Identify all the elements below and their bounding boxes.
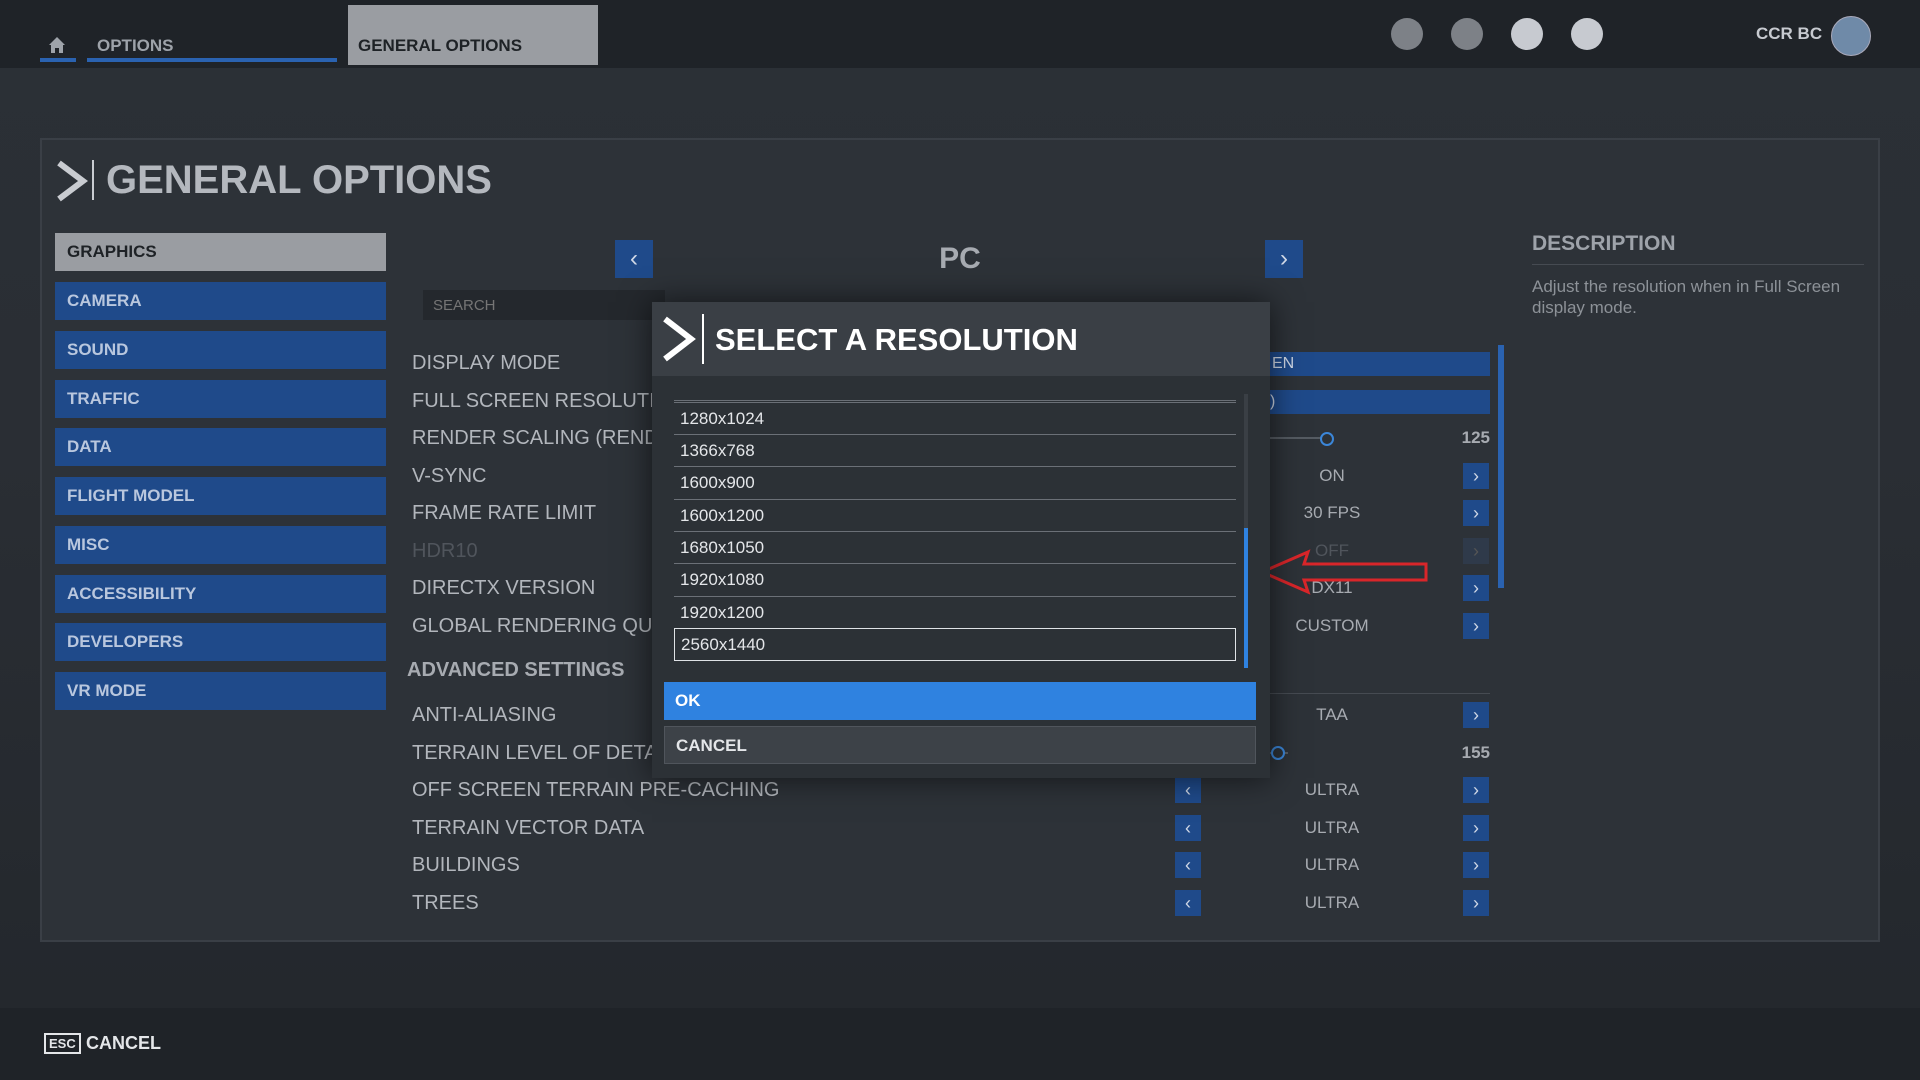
chevron-right-icon bbox=[57, 160, 88, 202]
sidebar-item-graphics[interactable]: GRAPHICS bbox=[55, 233, 386, 271]
terrain-lod-slider-handle[interactable] bbox=[1271, 746, 1285, 760]
prev-platform-button[interactable]: ‹ bbox=[615, 240, 653, 278]
trees-prev-button[interactable]: ‹ bbox=[1175, 890, 1201, 916]
render-scaling-slider[interactable] bbox=[1268, 437, 1328, 439]
display-mode-value[interactable]: EN bbox=[1268, 352, 1490, 376]
list-top-divider bbox=[674, 400, 1236, 401]
resolution-option[interactable]: 1920x1200 bbox=[674, 596, 1236, 627]
setting-directx-version[interactable]: DIRECTX VERSION bbox=[412, 577, 652, 600]
vector-data-value: ULTRA bbox=[1304, 818, 1360, 837]
sidebar-item-flight-model[interactable]: FLIGHT MODEL bbox=[55, 477, 386, 515]
dialog-title: SELECT A RESOLUTION bbox=[715, 322, 1078, 357]
search-input[interactable] bbox=[423, 290, 665, 320]
setting-frame-rate-limit[interactable]: FRAME RATE LIMIT bbox=[412, 502, 652, 525]
chevron-right-icon bbox=[663, 316, 696, 362]
sidebar-item-vr-mode[interactable]: VR MODE bbox=[55, 672, 386, 710]
description-heading: DESCRIPTION bbox=[1532, 232, 1676, 255]
home-icon[interactable] bbox=[48, 36, 66, 54]
resolution-option[interactable]: 1680x1050 bbox=[674, 531, 1236, 562]
sidebar-item-data[interactable]: DATA bbox=[55, 428, 386, 466]
directx-next-button[interactable]: › bbox=[1463, 575, 1489, 601]
dialog-scrollbar-thumb[interactable] bbox=[1244, 528, 1248, 668]
terrain-lod-value: 155 bbox=[1461, 743, 1490, 762]
friends-icon[interactable] bbox=[1451, 18, 1483, 50]
platform-label: PC bbox=[939, 242, 981, 275]
page-title: GENERAL OPTIONS bbox=[106, 158, 492, 202]
notification-icon[interactable] bbox=[1571, 18, 1603, 50]
sidebar-item-sound[interactable]: SOUND bbox=[55, 331, 386, 369]
setting-v-sync[interactable]: V-SYNC bbox=[412, 465, 652, 488]
description-divider bbox=[1532, 264, 1864, 265]
resolution-value[interactable]: ) bbox=[1268, 390, 1490, 414]
red-arrow-icon bbox=[1258, 549, 1428, 595]
title-divider bbox=[92, 160, 94, 200]
next-platform-button[interactable]: › bbox=[1265, 240, 1303, 278]
precaching-prev-button[interactable]: ‹ bbox=[1175, 777, 1201, 803]
footer-bar bbox=[0, 1008, 1920, 1080]
resolution-option[interactable]: 1600x1200 bbox=[674, 499, 1236, 530]
hdr10-next-button: › bbox=[1463, 538, 1489, 564]
settings-scrollbar[interactable] bbox=[1498, 345, 1504, 588]
sidebar-item-accessibility[interactable]: ACCESSIBILITY bbox=[55, 575, 386, 613]
setting-terrain-vector-data[interactable]: TERRAIN VECTOR DATA bbox=[412, 817, 792, 840]
setting-buildings[interactable]: BUILDINGS bbox=[412, 854, 792, 877]
resolution-option[interactable]: 1280x1024 bbox=[674, 402, 1236, 433]
buildings-next-button[interactable]: › bbox=[1463, 852, 1489, 878]
setting-anti-aliasing[interactable]: ANTI-ALIASING bbox=[412, 704, 652, 727]
sidebar-item-traffic[interactable]: TRAFFIC bbox=[55, 380, 386, 418]
user-name[interactable]: CCR BC bbox=[1756, 24, 1822, 44]
setting-trees[interactable]: TREES bbox=[412, 892, 792, 915]
render-scaling-slider-handle[interactable] bbox=[1320, 432, 1334, 446]
resolution-option-selected[interactable]: 2560x1440 bbox=[674, 628, 1236, 661]
vector-data-next-button[interactable]: › bbox=[1463, 815, 1489, 841]
tab-options[interactable]: OPTIONS bbox=[97, 36, 174, 56]
profile-icon[interactable] bbox=[1511, 18, 1543, 50]
speedometer-icon[interactable] bbox=[1391, 18, 1423, 50]
description-text: Adjust the resolution when in Full Scree… bbox=[1532, 277, 1841, 317]
precaching-next-button[interactable]: › bbox=[1463, 777, 1489, 803]
dialog-header: SELECT A RESOLUTION bbox=[652, 302, 1270, 376]
sidebar-item-camera[interactable]: CAMERA bbox=[55, 282, 386, 320]
setting-hdr10: HDR10 bbox=[412, 540, 478, 562]
esc-key-icon[interactable]: ESC bbox=[44, 1033, 81, 1054]
buildings-value: ULTRA bbox=[1304, 855, 1360, 874]
dialog-scrollbar-track[interactable] bbox=[1244, 394, 1248, 534]
setting-full-screen-resolution[interactable]: FULL SCREEN RESOLUTI bbox=[412, 390, 652, 413]
options-tab-underline bbox=[87, 58, 337, 62]
vector-data-prev-button[interactable]: ‹ bbox=[1175, 815, 1201, 841]
setting-global-rendering-quality[interactable]: GLOBAL RENDERING QU bbox=[412, 615, 652, 638]
advanced-divider bbox=[1268, 693, 1490, 694]
setting-off-screen-precaching[interactable]: OFF SCREEN TERRAIN PRE-CACHING bbox=[412, 779, 792, 802]
footer-cancel-button[interactable]: CANCEL bbox=[86, 1033, 161, 1054]
home-tab-underline bbox=[40, 58, 76, 62]
tab-general-options-label: GENERAL OPTIONS bbox=[358, 36, 523, 55]
select-resolution-dialog: SELECT A RESOLUTION 1280x1024 1366x768 1… bbox=[652, 302, 1270, 778]
trees-next-button[interactable]: › bbox=[1463, 890, 1489, 916]
dialog-title-divider bbox=[702, 314, 704, 364]
advanced-settings-heading: ADVANCED SETTINGS bbox=[407, 659, 625, 681]
avatar[interactable] bbox=[1831, 16, 1871, 56]
ok-button[interactable]: OK bbox=[664, 682, 1256, 720]
sidebar-item-misc[interactable]: MISC bbox=[55, 526, 386, 564]
v-sync-next-button[interactable]: › bbox=[1463, 463, 1489, 489]
resolution-option[interactable]: 1920x1080 bbox=[674, 563, 1236, 594]
setting-render-scaling[interactable]: RENDER SCALING (REND bbox=[412, 427, 652, 450]
frame-rate-next-button[interactable]: › bbox=[1463, 500, 1489, 526]
trees-value: ULTRA bbox=[1304, 893, 1360, 912]
setting-display-mode[interactable]: DISPLAY MODE bbox=[412, 352, 652, 375]
cancel-button[interactable]: CANCEL bbox=[664, 726, 1256, 764]
render-scaling-value: 125 bbox=[1461, 428, 1490, 447]
resolution-option[interactable]: 1366x768 bbox=[674, 434, 1236, 465]
global-quality-next-button[interactable]: › bbox=[1463, 613, 1489, 639]
resolution-option[interactable]: 1600x900 bbox=[674, 466, 1236, 497]
precaching-value: ULTRA bbox=[1304, 780, 1360, 799]
setting-terrain-lod[interactable]: TERRAIN LEVEL OF DETA bbox=[412, 742, 652, 765]
buildings-prev-button[interactable]: ‹ bbox=[1175, 852, 1201, 878]
tab-general-options[interactable]: GENERAL OPTIONS bbox=[348, 5, 598, 65]
sidebar-item-developers[interactable]: DEVELOPERS bbox=[55, 623, 386, 661]
top-bar: OPTIONS GENERAL OPTIONS CCR BC bbox=[0, 0, 1920, 68]
anti-aliasing-next-button[interactable]: › bbox=[1463, 702, 1489, 728]
